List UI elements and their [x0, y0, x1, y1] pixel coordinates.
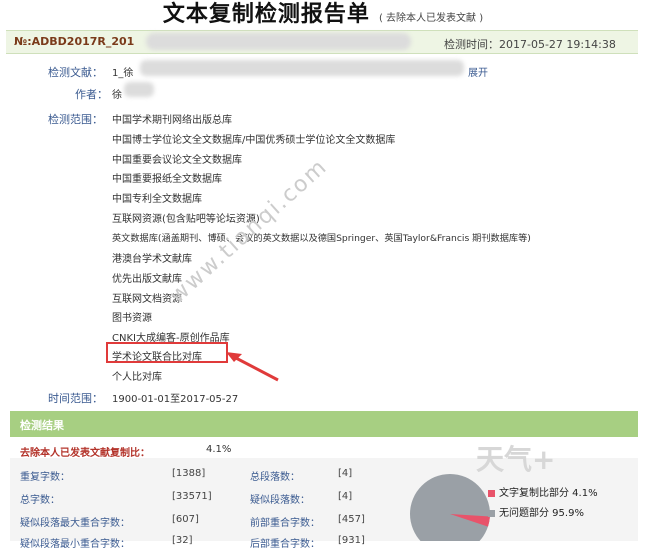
- highlight-box: [106, 342, 228, 363]
- stat-value: [607]: [172, 514, 199, 525]
- stat-value: [33571]: [172, 491, 212, 502]
- doc-label: 检测文献：: [48, 66, 103, 79]
- stat-value: [4]: [338, 468, 353, 479]
- scope-item: 英文数据库(涵盖期刊、博硕、会议的英文数据以及德国Springer、英国Tayl…: [112, 233, 531, 244]
- author-label: 作者：: [75, 88, 108, 101]
- copy-rate-value: 4.1%: [206, 444, 232, 455]
- time-range-value: 1900-01-01至2017-05-27: [112, 394, 239, 405]
- scope-item: 图书资源: [112, 313, 152, 324]
- stat-value: [1388]: [172, 468, 206, 479]
- scope-item: 中国重要报纸全文数据库: [112, 174, 222, 185]
- doc-value-prefix: 1_徐: [112, 68, 134, 79]
- brand-watermark: 天气+: [476, 443, 556, 476]
- results-header: 检测结果: [10, 411, 638, 437]
- stat-label: 总段落数：: [250, 472, 300, 483]
- report-title-row: 文本复制检测报告单 ( 去除本人已发表文献 ): [0, 0, 646, 28]
- stat-value: [457]: [338, 514, 365, 525]
- redacted-number: [146, 33, 411, 50]
- stat-label: 后部重合字数：: [250, 539, 320, 550]
- redacted-doc-title: [140, 60, 464, 76]
- scope-item: 港澳台学术文献库: [112, 254, 192, 265]
- copy-rate-label: 去除本人已发表文献复制比：: [20, 448, 150, 459]
- author-value: 徐: [112, 90, 122, 101]
- doc-expand-link[interactable]: 展开: [468, 64, 488, 79]
- pie-slice-ok: [410, 474, 490, 541]
- scope-item: 中国专利全文数据库: [112, 194, 202, 205]
- stat-label: 疑似段落最大重合字数：: [20, 518, 130, 529]
- legend-label: 文字复制比部分 4.1%: [499, 488, 598, 499]
- legend-item-ok: 无问题部分 95.9%: [488, 504, 584, 519]
- report-id-bar: №:ADBD2017R_201 检测时间：2017-05-27 19:14:38: [6, 30, 638, 54]
- redacted-author: [124, 82, 154, 97]
- scope-item: 中国博士学位论文全文数据库/中国优秀硕士学位论文全文数据库: [112, 135, 396, 146]
- scope-item: 个人比对库: [112, 372, 162, 383]
- check-time: 检测时间：2017-05-27 19:14:38: [444, 38, 616, 51]
- red-arrow-icon: [226, 352, 279, 382]
- stat-label: 疑似段落最小重合字数：: [20, 539, 130, 550]
- legend-item-copy: 文字复制比部分 4.1%: [488, 484, 598, 499]
- scope-item: 中国重要会议论文全文数据库: [112, 155, 242, 166]
- legend-swatch: [488, 489, 495, 497]
- report-number: №:ADBD2017R_201: [14, 35, 135, 48]
- stat-value: [4]: [338, 491, 353, 502]
- stat-label: 前部重合字数：: [250, 518, 320, 529]
- scope-label: 检测范围：: [48, 113, 103, 126]
- result-pie-chart: [410, 474, 490, 541]
- legend-swatch: [488, 509, 495, 517]
- results-header-label: 检测结果: [20, 419, 64, 432]
- legend-label: 无问题部分 95.9%: [499, 508, 584, 519]
- report-title: 文本复制检测报告单: [162, 2, 370, 27]
- stat-label: 总字数：: [20, 495, 60, 506]
- stat-label: 重复字数：: [20, 472, 70, 483]
- stat-label: 疑似段落数：: [250, 495, 310, 506]
- report-subtitle: ( 去除本人已发表文献 ): [378, 13, 484, 24]
- time-range-label: 时间范围：: [48, 392, 103, 405]
- scope-item: 中国学术期刊网络出版总库: [112, 115, 232, 126]
